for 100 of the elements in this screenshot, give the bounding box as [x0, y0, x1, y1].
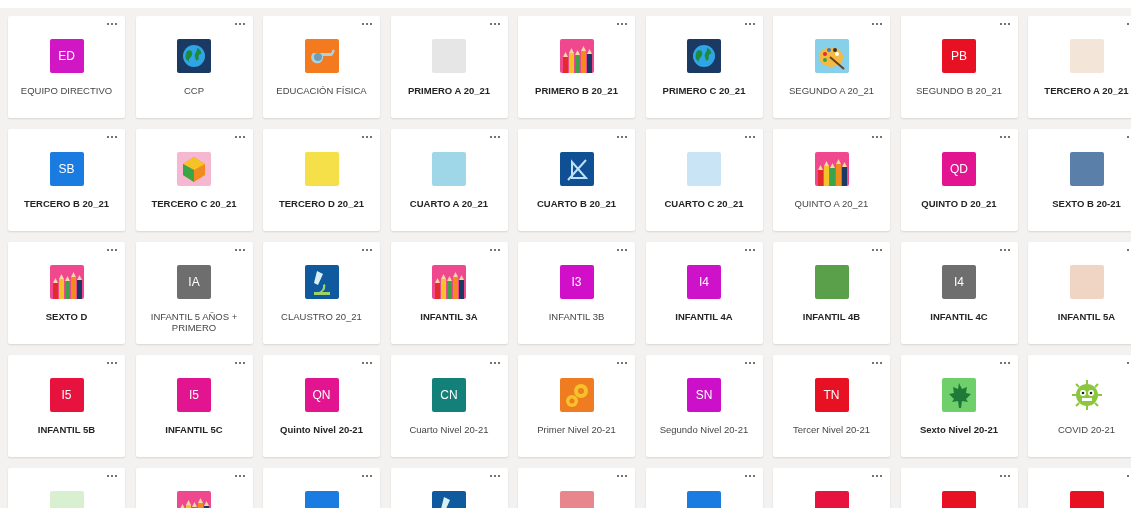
avatar-initials: ED [58, 48, 75, 65]
pencils-drawing [559, 39, 594, 73]
more-options-icon[interactable] [616, 248, 628, 252]
more-options-icon[interactable] [743, 361, 756, 365]
team-card[interactable]: TERCERO C 20_21 [135, 129, 253, 231]
more-options-icon[interactable] [871, 135, 883, 139]
team-name: Primer Nivel 20-21 [536, 424, 617, 435]
team-card[interactable]: PRIMERO C 20_21 [645, 16, 763, 118]
more-options-icon[interactable] [106, 22, 118, 26]
team-card[interactable]: Sexto Nivel 20-21 [900, 355, 1018, 457]
team-card[interactable]: SEGUNDO A 20_21 [773, 16, 890, 118]
gears-icon [559, 378, 594, 412]
more-options-icon[interactable] [743, 135, 756, 139]
team-card[interactable]: CN Cuarto Nivel 20-21 [390, 355, 508, 457]
more-options-icon[interactable] [361, 135, 373, 139]
team-card[interactable]: CCP [135, 16, 253, 118]
more-options-icon[interactable] [106, 135, 118, 139]
more-options-icon[interactable] [361, 22, 373, 26]
team-card[interactable]: I4 INFANTIL 4A [645, 242, 763, 344]
globe-icon [687, 39, 721, 73]
team-name: INFANTIL 5B [36, 424, 97, 435]
team-card[interactable]: CUARTO B 20_21 [518, 129, 635, 231]
team-card[interactable]: CUARTO C 20_21 [645, 129, 763, 231]
more-options-icon[interactable] [616, 361, 628, 365]
team-card[interactable]: CUARTO A 20_21 [390, 129, 508, 231]
team-card[interactable]: SB TERCERO B 20_21 [8, 129, 125, 231]
more-options-icon[interactable] [233, 135, 246, 139]
more-options-icon[interactable] [488, 22, 501, 26]
team-card[interactable]: PRIMERO A 20_21 [390, 16, 508, 118]
team-card[interactable]: I5 INFANTIL 5B [8, 355, 125, 457]
team-card[interactable]: IA INFANTIL 5 AÑOS + PRIMERO [135, 242, 253, 344]
more-options-icon[interactable] [616, 474, 628, 478]
team-card[interactable]: INFANTIL 3A [390, 242, 508, 344]
avatar-initials: I4 [699, 274, 709, 291]
more-options-icon[interactable] [871, 361, 883, 365]
more-options-icon[interactable] [998, 22, 1011, 26]
pencils-drawing [49, 265, 84, 299]
team-name: TERCERO A 20_21 [1043, 85, 1130, 96]
more-options-icon[interactable] [106, 248, 118, 252]
more-options-icon[interactable] [998, 474, 1011, 478]
more-options-icon[interactable] [871, 248, 883, 252]
team-card[interactable]: EDUCACIÓN FÍSICA [263, 16, 380, 118]
more-options-icon[interactable] [998, 361, 1011, 365]
more-options-icon[interactable] [106, 361, 118, 365]
more-options-icon[interactable] [616, 135, 628, 139]
team-card[interactable]: QN Quinto Nivel 20-21 [263, 355, 380, 457]
team-card[interactable]: TN Tercer Nivel 20-21 [773, 355, 890, 457]
team-card[interactable]: I4 INFANTIL 4C [900, 242, 1018, 344]
team-card[interactable]: INFANTIL 5A [1028, 242, 1131, 344]
team-card[interactable]: SEXTO D [8, 242, 125, 344]
more-options-icon[interactable] [743, 22, 756, 26]
team-name: SEGUNDO B 20_21 [914, 85, 1004, 96]
more-options-icon[interactable] [488, 361, 501, 365]
more-options-icon[interactable] [743, 248, 756, 252]
team-card[interactable]: I3 INFANTIL 3B [518, 242, 635, 344]
more-options-icon[interactable] [106, 474, 118, 478]
more-options-icon[interactable] [998, 135, 1011, 139]
team-card[interactable]: Primer Nivel 20-21 [518, 355, 635, 457]
team-name: QUINTO A 20_21 [793, 198, 870, 209]
team-name: PRIMERO A 20_21 [406, 85, 492, 96]
more-options-icon[interactable] [361, 248, 373, 252]
team-card[interactable]: TERCERO D 20_21 [263, 129, 380, 231]
team-card[interactable]: ED EQUIPO DIRECTIVO [8, 16, 125, 118]
team-card[interactable]: I5 INFANTIL 5C [135, 355, 253, 457]
team-name: COVID 20-21 [1057, 424, 1116, 435]
more-options-icon[interactable] [233, 22, 246, 26]
team-card[interactable]: SN Segundo Nivel 20-21 [645, 355, 763, 457]
pencils-drawing [814, 152, 849, 186]
avatar-initials: PB [951, 48, 967, 65]
more-options-icon[interactable] [233, 361, 246, 365]
team-name: SEGUNDO A 20_21 [788, 85, 875, 96]
team-card[interactable]: QD QUINTO D 20_21 [900, 129, 1018, 231]
more-options-icon[interactable] [743, 474, 756, 478]
more-options-icon[interactable] [488, 248, 501, 252]
team-card[interactable]: SEXTO B 20-21 [1028, 129, 1131, 231]
team-card[interactable]: CLAUSTRO 20_21 [263, 242, 380, 344]
more-options-icon[interactable] [998, 248, 1011, 252]
team-name: TERCERO B 20_21 [23, 198, 110, 209]
team-card[interactable]: PB SEGUNDO B 20_21 [900, 16, 1018, 118]
avatar-initials: I4 [954, 274, 964, 291]
team-name: CLAUSTRO 20_21 [280, 311, 363, 322]
compass-icon [559, 152, 594, 186]
team-card[interactable]: QUINTO A 20_21 [773, 129, 890, 231]
team-card[interactable]: INFANTIL 4B [773, 242, 890, 344]
more-options-icon[interactable] [361, 361, 373, 365]
avatar-initials: TN [823, 387, 840, 404]
more-options-icon[interactable] [616, 22, 628, 26]
team-name: INFANTIL 4B [801, 311, 862, 322]
team-card[interactable]: PRIMERO B 20_21 [518, 16, 635, 118]
team-name: INFANTIL 5A [1056, 311, 1117, 322]
more-options-icon[interactable] [871, 22, 883, 26]
more-options-icon[interactable] [871, 474, 883, 478]
more-options-icon[interactable] [488, 135, 501, 139]
team-card[interactable]: COVID 20-21 [1028, 355, 1131, 457]
avatar-initials: CN [440, 387, 458, 404]
more-options-icon[interactable] [488, 474, 501, 478]
team-card[interactable]: TERCERO A 20_21 [1028, 16, 1131, 118]
more-options-icon[interactable] [233, 474, 246, 478]
more-options-icon[interactable] [361, 474, 373, 478]
more-options-icon[interactable] [233, 248, 246, 252]
